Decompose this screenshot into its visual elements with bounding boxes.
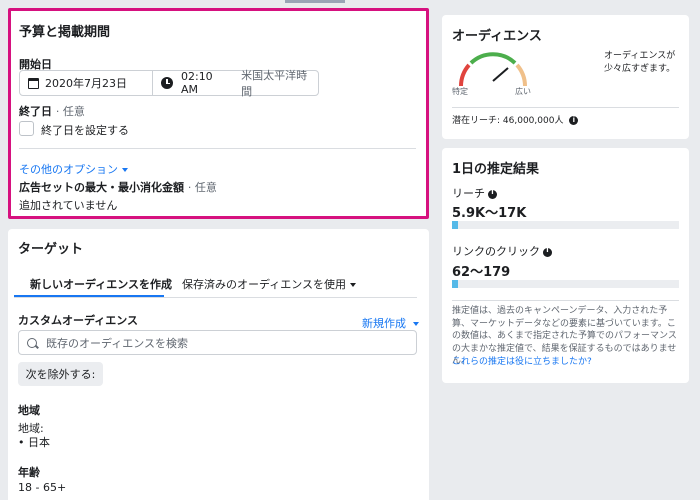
feedback-link[interactable]: これらの推定は役に立ちましたか?: [452, 356, 592, 369]
reach-bar-fill: [452, 221, 458, 229]
tab-new-audience[interactable]: 新しいオーディエンスを作成: [30, 276, 172, 292]
gauge-broad-label: 広い: [515, 87, 531, 96]
create-new-button[interactable]: 新規作成: [362, 315, 419, 331]
gauge-mid-arc: [469, 52, 517, 65]
search-icon: [27, 337, 37, 348]
tab-saved-audience[interactable]: 保存済みのオーディエンスを使用: [182, 276, 357, 292]
calendar-icon: [28, 77, 39, 89]
search-placeholder: 既存のオーディエンスを検索: [46, 336, 189, 350]
spend-limit-label-text: 広告セットの最大・最小消化金額: [19, 181, 184, 194]
age-value: 18 - 65+: [18, 481, 67, 494]
clicks-value: 62〜179: [452, 265, 511, 280]
audience-description: オーディエンスが少々広すぎます。: [604, 51, 676, 74]
clicks-label-text: リンクのクリック: [452, 245, 540, 258]
start-date-value: 2020年7月23日: [45, 77, 127, 90]
budget-schedule-panel: 予算と掲載期間 開始日 2020年7月23日 02:10 AM 米国太平洋時間 …: [8, 8, 429, 219]
end-date-label: 終了日 · 任意: [19, 103, 85, 119]
audience-divider: [452, 107, 679, 108]
tabs-divider: [14, 297, 417, 298]
more-options-text: その他のオプション: [19, 163, 118, 176]
end-date-optional: · 任意: [55, 105, 85, 118]
create-new-text: 新規作成: [362, 317, 406, 330]
start-time-value: 02:10 AM: [180, 70, 213, 96]
start-date-input[interactable]: 2020年7月23日: [20, 71, 153, 95]
reach-bar: [452, 221, 679, 229]
potential-reach: 潜在リーチ: 46,000,000人: [452, 114, 579, 128]
top-indicator: [285, 0, 345, 3]
reach-label: リーチ: [452, 185, 497, 201]
reach-label-text: リーチ: [452, 187, 485, 200]
timezone-label: 米国太平洋時間: [241, 69, 308, 98]
exclude-button[interactable]: 次を除外する:: [18, 362, 103, 386]
region-label: 地域: [18, 404, 40, 417]
gauge-broad-arc: [515, 63, 527, 87]
potential-reach-label: 潜在リーチ:: [452, 116, 501, 126]
clock-icon: [161, 77, 173, 89]
reach-value: 5.9K〜17K: [452, 206, 527, 221]
bullet: •: [18, 436, 28, 449]
region-list-item: • 日本: [18, 434, 50, 450]
info-icon[interactable]: [569, 114, 579, 127]
chevron-down-icon: [122, 168, 128, 172]
spend-limit-value: 追加されていません: [19, 199, 118, 212]
potential-reach-value: 46,000,000人: [502, 116, 564, 126]
tab-saved-audience-label: 保存済みのオーディエンスを使用: [182, 278, 347, 291]
info-icon[interactable]: [543, 246, 552, 257]
chevron-down-icon: [413, 322, 419, 326]
start-time-input[interactable]: 02:10 AM 米国太平洋時間: [153, 69, 318, 98]
budget-title: 予算と掲載期間: [19, 25, 111, 40]
custom-audience-label: カスタムオーディエンス: [18, 314, 139, 327]
clicks-bar: [452, 280, 679, 288]
gauge-specific-label: 特定: [452, 87, 468, 96]
clicks-label: リンクのクリック: [452, 243, 552, 259]
region-value: 日本: [28, 436, 50, 449]
start-datetime-field: 2020年7月23日 02:10 AM 米国太平洋時間: [19, 69, 319, 98]
audience-search-input[interactable]: 既存のオーディエンスを検索: [18, 330, 417, 355]
gauge-specific-arc: [459, 63, 471, 87]
spend-limit-label: 広告セットの最大・最小消化金額 · 任意: [19, 179, 217, 195]
estimate-divider: [452, 300, 679, 301]
estimate-title: 1日の推定結果: [452, 162, 540, 177]
divider: [19, 148, 416, 149]
info-icon[interactable]: [488, 188, 497, 199]
target-title: ターゲット: [18, 242, 84, 257]
more-options-link[interactable]: その他のオプション: [19, 161, 128, 177]
end-date-checkbox-label[interactable]: 終了日を設定する: [41, 122, 129, 138]
audience-title: オーディエンス: [452, 29, 542, 44]
end-date-label-text: 終了日: [19, 105, 52, 118]
end-date-checkbox[interactable]: [19, 121, 34, 136]
clicks-bar-fill: [452, 280, 458, 288]
gauge-needle: [492, 67, 509, 82]
age-label: 年齢: [18, 466, 40, 479]
chevron-down-icon: [350, 283, 357, 287]
spend-limit-optional: · 任意: [187, 181, 217, 194]
